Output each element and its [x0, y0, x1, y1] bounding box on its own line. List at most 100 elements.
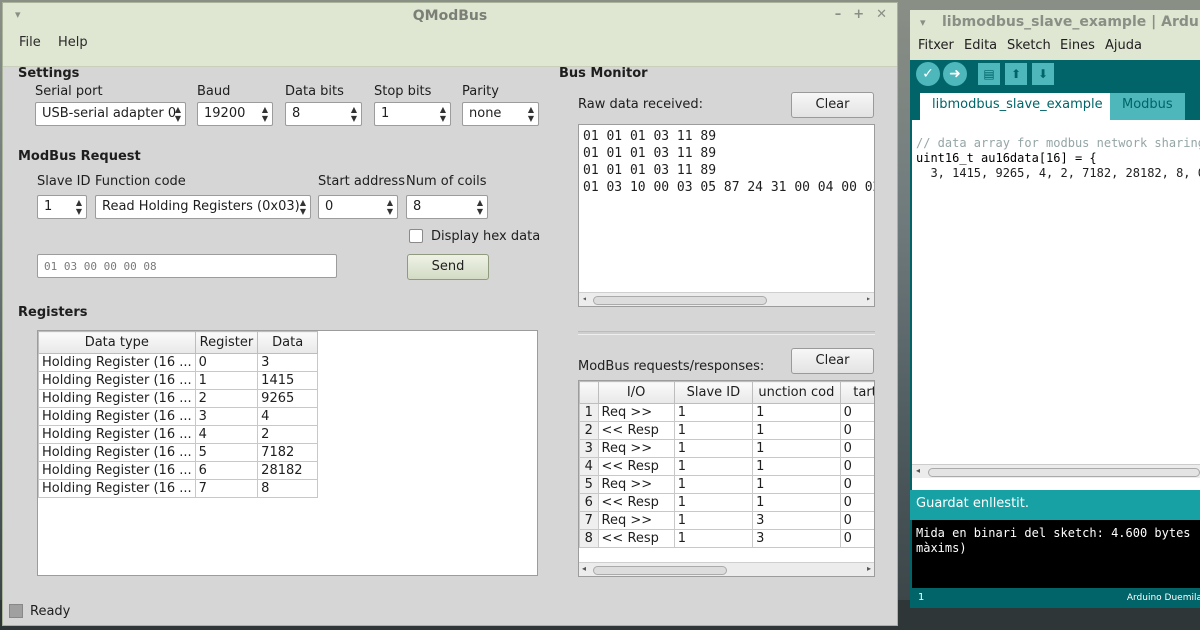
num-coils-spinbox[interactable]: 8 ▲ ▼: [406, 195, 488, 219]
cell-data-type[interactable]: Holding Register (16 ...: [38, 461, 196, 480]
cell-register[interactable]: 6: [194, 461, 259, 480]
open-sketch-icon[interactable]: ⬆: [1005, 63, 1027, 85]
column-header-slave-id[interactable]: Slave ID: [673, 381, 754, 404]
cell-start-address[interactable]: 0: [839, 439, 874, 458]
stop-bits-select[interactable]: 1 ▲ ▼: [374, 102, 451, 126]
cell-function-code[interactable]: 1: [752, 493, 841, 512]
cell-io[interactable]: Req >>: [597, 403, 675, 422]
cell-slave-id[interactable]: 1: [673, 511, 754, 530]
cell-data-type[interactable]: Holding Register (16 ...: [38, 443, 196, 462]
raw-data-view[interactable]: 01 01 01 03 11 89 01 01 01 03 11 89 01 0…: [578, 124, 875, 307]
cell-register[interactable]: 0: [194, 353, 259, 372]
row-number[interactable]: 1: [579, 403, 599, 422]
spin-arrows-icon[interactable]: ▲ ▼: [76, 198, 82, 216]
column-header-data-type[interactable]: Data type: [38, 331, 196, 354]
requests-table[interactable]: I/O Slave ID unction cod tart add 1Req >…: [578, 380, 875, 577]
cell-register[interactable]: 3: [194, 407, 259, 426]
cell-start-address[interactable]: 0: [839, 493, 874, 512]
requests-hscrollbar[interactable]: ◂ ▸: [579, 562, 874, 576]
raw-hscrollbar[interactable]: ◂ ▸: [579, 292, 874, 306]
row-number[interactable]: 7: [579, 511, 599, 530]
menu-eines[interactable]: Eines: [1060, 38, 1095, 53]
save-sketch-icon[interactable]: ⬇: [1032, 63, 1054, 85]
cell-function-code[interactable]: 1: [752, 403, 841, 422]
cell-register[interactable]: 1: [194, 371, 259, 390]
table-row[interactable]: 1 Req >> 1 1 0: [579, 403, 874, 422]
menu-sketch[interactable]: Sketch: [1007, 38, 1051, 53]
cell-start-address[interactable]: 0: [839, 529, 874, 548]
cell-start-address[interactable]: 0: [839, 403, 874, 422]
cell-function-code[interactable]: 1: [752, 475, 841, 494]
menu-fitxer[interactable]: Fitxer: [918, 38, 954, 53]
cell-data-type[interactable]: Holding Register (16 ...: [38, 371, 196, 390]
table-row[interactable]: 8 << Resp 1 3 0: [579, 529, 874, 548]
slave-id-spinbox[interactable]: 1 ▲ ▼: [37, 195, 87, 219]
cell-data[interactable]: 3: [257, 353, 319, 372]
spin-arrows-icon[interactable]: ▲ ▼: [477, 198, 483, 216]
table-row[interactable]: 4 << Resp 1 1 0: [579, 457, 874, 476]
cell-slave-id[interactable]: 1: [673, 403, 754, 422]
cell-slave-id[interactable]: 1: [673, 439, 754, 458]
cell-data[interactable]: 7182: [257, 443, 319, 462]
table-row[interactable]: Holding Register (16 ... 4 2: [38, 425, 319, 444]
cell-function-code[interactable]: 3: [752, 511, 841, 530]
row-number[interactable]: 8: [579, 529, 599, 548]
editor-hscrollbar[interactable]: ◂: [912, 464, 1200, 478]
verify-icon[interactable]: ✓: [916, 62, 940, 86]
cell-start-address[interactable]: 0: [839, 511, 874, 530]
tab-modbus[interactable]: Modbus: [1110, 93, 1185, 120]
menu-ajuda[interactable]: Ajuda: [1105, 38, 1142, 53]
table-row[interactable]: 2 << Resp 1 1 0: [579, 421, 874, 440]
upload-icon[interactable]: ➜: [943, 62, 967, 86]
start-address-spinbox[interactable]: 0 ▲ ▼: [318, 195, 398, 219]
menu-help[interactable]: Help: [58, 35, 88, 50]
cell-function-code[interactable]: 1: [752, 439, 841, 458]
display-hex-checkbox[interactable]: [409, 229, 423, 243]
parity-select[interactable]: none ▲ ▼: [462, 102, 539, 126]
cell-register[interactable]: 7: [194, 479, 259, 498]
cell-function-code[interactable]: 1: [752, 457, 841, 476]
clear-requests-button[interactable]: Clear: [791, 348, 874, 374]
scroll-left-icon[interactable]: ◂: [916, 466, 920, 475]
scroll-right-icon[interactable]: ▸: [867, 564, 871, 573]
row-number[interactable]: 4: [579, 457, 599, 476]
code-editor[interactable]: // data array for modbus network sharing…: [912, 120, 1200, 490]
table-row[interactable]: 7 Req >> 1 3 0: [579, 511, 874, 530]
row-number[interactable]: 6: [579, 493, 599, 512]
cell-data-type[interactable]: Holding Register (16 ...: [38, 425, 196, 444]
cell-start-address[interactable]: 0: [839, 457, 874, 476]
monitor-splitter[interactable]: [578, 331, 875, 335]
cell-slave-id[interactable]: 1: [673, 457, 754, 476]
data-bits-select[interactable]: 8 ▲ ▼: [285, 102, 362, 126]
column-header-register[interactable]: Register: [194, 331, 259, 354]
window-menu-icon[interactable]: ▾: [920, 16, 926, 29]
tab-libmodbus-slave-example[interactable]: libmodbus_slave_example: [920, 93, 1115, 120]
cell-data-type[interactable]: Holding Register (16 ...: [38, 407, 196, 426]
scroll-left-icon[interactable]: ◂: [582, 564, 586, 573]
function-code-select[interactable]: Read Holding Registers (0x03) ▲ ▼: [95, 195, 311, 219]
cell-data[interactable]: 4: [257, 407, 319, 426]
cell-slave-id[interactable]: 1: [673, 493, 754, 512]
table-row[interactable]: 6 << Resp 1 1 0: [579, 493, 874, 512]
table-row[interactable]: Holding Register (16 ... 6 28182: [38, 461, 319, 480]
cell-data-type[interactable]: Holding Register (16 ...: [38, 479, 196, 498]
minimize-icon[interactable]: –: [835, 7, 842, 22]
column-header-data[interactable]: Data: [257, 331, 319, 354]
table-row[interactable]: 5 Req >> 1 1 0: [579, 475, 874, 494]
cell-register[interactable]: 5: [194, 443, 259, 462]
table-row[interactable]: Holding Register (16 ... 0 3: [38, 353, 319, 372]
cell-slave-id[interactable]: 1: [673, 421, 754, 440]
cell-register[interactable]: 2: [194, 389, 259, 408]
menu-file[interactable]: File: [19, 35, 41, 50]
table-row[interactable]: Holding Register (16 ... 3 4: [38, 407, 319, 426]
row-number[interactable]: 3: [579, 439, 599, 458]
raw-request-field[interactable]: 01 03 00 00 00 08: [37, 254, 337, 278]
cell-slave-id[interactable]: 1: [673, 475, 754, 494]
cell-data[interactable]: 2: [257, 425, 319, 444]
row-number[interactable]: 5: [579, 475, 599, 494]
spin-arrows-icon[interactable]: ▲ ▼: [387, 198, 393, 216]
cell-io[interactable]: << Resp: [597, 457, 675, 476]
table-row[interactable]: Holding Register (16 ... 7 8: [38, 479, 319, 498]
column-header-start-address[interactable]: tart add: [839, 381, 874, 404]
scroll-thumb[interactable]: [593, 296, 767, 305]
